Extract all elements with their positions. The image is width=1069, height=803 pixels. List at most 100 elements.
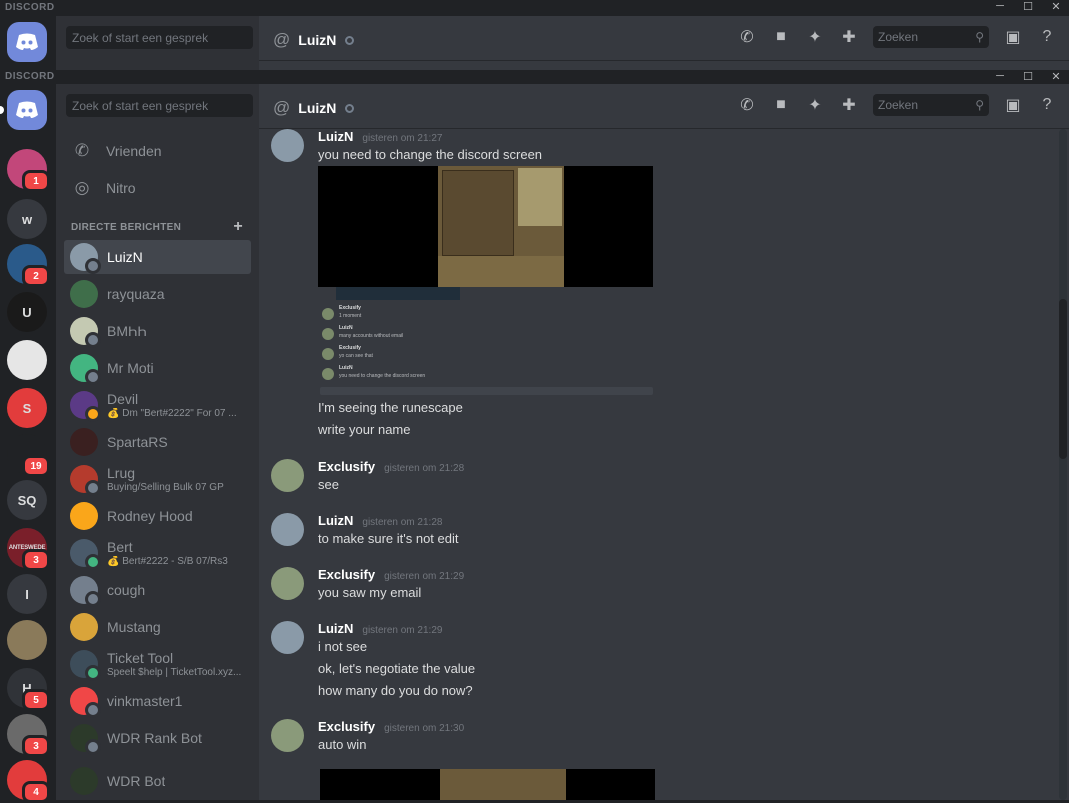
home-button[interactable] (0, 90, 47, 130)
add-dm-button[interactable]: + (233, 218, 243, 236)
dm-item[interactable]: Mustang (64, 610, 251, 644)
dm-name: LuizN (107, 249, 143, 265)
dm-item[interactable]: LuizN (64, 240, 251, 274)
dm-item[interactable]: WDR Rank Bot (64, 721, 251, 755)
nav-friends[interactable]: ✆ Vrienden (64, 135, 251, 167)
call-icon[interactable]: ✆ (737, 27, 757, 47)
search-input[interactable]: Zoek of start een gesprek (66, 26, 253, 49)
pin-icon[interactable]: ✦ (805, 95, 825, 115)
dm-item[interactable]: BMҺҺ (64, 314, 251, 348)
message-author[interactable]: Exclusify (318, 719, 375, 734)
preview-row: Exclusify yo can see that (320, 345, 650, 365)
guild-icon[interactable]: U (7, 292, 47, 332)
inbox-icon[interactable]: ▣ (1003, 95, 1023, 115)
minimize-icon[interactable]: ─ (993, 0, 1007, 13)
preview-name: Exclusify (339, 305, 361, 311)
dm-item[interactable]: rayquaza (64, 277, 251, 311)
guild-icon[interactable]: 4 (7, 760, 50, 803)
guild-icon[interactable]: 19 (7, 434, 50, 477)
search-input[interactable]: Zoek of start een gesprek (66, 94, 253, 117)
dm-sidebar-back: Zoek of start een gesprek (56, 16, 259, 70)
guild-icon[interactable]: SQ (7, 480, 47, 520)
message-avatar[interactable] (271, 567, 304, 600)
guild-icon[interactable]: H5 (7, 668, 50, 711)
guild-icon[interactable]: 2 (7, 244, 50, 287)
preview-name: LuizN (339, 325, 353, 331)
message-header: Exclusify gisteren om 21:28 (318, 459, 464, 474)
message-text: you need to change the discord screen (318, 147, 543, 162)
close-icon[interactable]: ✕ (1049, 0, 1063, 13)
message-avatar[interactable] (271, 719, 304, 752)
channel-name: LuizN (298, 32, 337, 48)
maximize-icon[interactable]: ☐ (1021, 70, 1035, 83)
image-attachment[interactable]: Exclusify 1 moment LuizN many accounts with… (318, 166, 653, 396)
scrollbar[interactable] (1059, 129, 1067, 800)
guild-icon[interactable]: 1 (7, 149, 50, 192)
avatar (70, 354, 101, 385)
help-icon[interactable]: ? (1037, 28, 1057, 46)
guild-initials: S (22, 400, 32, 416)
message-text: you saw my email (318, 585, 422, 600)
guild-icon[interactable] (7, 620, 47, 660)
dm-item[interactable]: Bert 💰 Bert#2222 - S/B 07/Rs3 (64, 536, 251, 570)
preview-row: LuizN many accounts without email (320, 325, 650, 345)
inbox-icon[interactable]: ▣ (1003, 27, 1023, 47)
message-header: Exclusify gisteren om 21:29 (318, 567, 464, 582)
maximize-icon[interactable]: ☐ (1021, 0, 1035, 13)
chat-search-input[interactable]: Zoeken ⚲ (873, 94, 989, 116)
home-button[interactable] (7, 22, 47, 62)
guild-icon[interactable]: I (7, 574, 47, 614)
dm-item[interactable]: cough (64, 573, 251, 607)
help-icon[interactable]: ? (1037, 96, 1057, 114)
dm-item[interactable]: Mr Moti (64, 351, 251, 385)
guild-icon[interactable]: S (7, 388, 47, 428)
dm-name: Mr Moti (107, 360, 154, 376)
message-avatar[interactable] (271, 621, 304, 654)
video-icon[interactable]: ■ (771, 96, 791, 114)
guild-icon[interactable]: ANTESWEDE 3 (7, 528, 50, 571)
dm-item[interactable]: SpartaRS (64, 425, 251, 459)
message-text: i not see (318, 639, 368, 654)
dm-item[interactable]: Ticket Tool Speelt $help | TicketTool.xyz… (64, 647, 251, 681)
dm-item[interactable]: Rodney Hood (64, 499, 251, 533)
message-timestamp: gisteren om 21:29 (384, 571, 465, 582)
message-avatar[interactable] (271, 459, 304, 492)
add-member-icon[interactable]: ✚ (839, 95, 859, 115)
chat-search-placeholder: Zoeken (878, 98, 919, 112)
dm-item[interactable]: Devil 💰 Dm "Bert#2222" For 07 ... (64, 388, 251, 422)
message-author[interactable]: Exclusify (318, 459, 375, 474)
add-member-icon[interactable]: ✚ (839, 27, 859, 47)
message-text: ok, let's negotiate the value (318, 661, 476, 676)
embedded-chat-preview: Exclusify 1 moment LuizN many accounts with… (318, 287, 653, 396)
message-author[interactable]: LuizN (318, 621, 353, 636)
message-list[interactable]: LuizN gisteren om 21:27 you need to change… (259, 129, 1057, 800)
pin-icon[interactable]: ✦ (805, 27, 825, 47)
video-icon[interactable]: ■ (771, 28, 791, 46)
guild-icon[interactable]: w (7, 199, 47, 239)
message-header: LuizN gisteren om 21:28 (318, 513, 442, 528)
screenshot-top (318, 166, 653, 287)
dm-item[interactable]: WDR Bot (64, 764, 251, 798)
message-author[interactable]: LuizN (318, 513, 353, 528)
message-timestamp: gisteren om 21:28 (384, 463, 465, 474)
message-author[interactable]: LuizN (318, 129, 353, 144)
scrollbar-thumb[interactable] (1059, 299, 1067, 459)
guild-icon[interactable]: 3 (7, 714, 50, 757)
chat-search-input[interactable]: Zoeken ⚲ (873, 26, 989, 48)
dm-item[interactable]: vinkmaster1 (64, 684, 251, 718)
dm-item[interactable]: Lrug Buying/Selling Bulk 07 GP (64, 462, 251, 496)
nav-nitro-label: Nitro (106, 180, 136, 196)
minimize-icon[interactable]: ─ (993, 70, 1007, 83)
avatar (70, 539, 101, 570)
guild-icon[interactable] (7, 340, 47, 380)
mention-badge: 3 (22, 735, 50, 757)
message-avatar[interactable] (271, 129, 304, 162)
message-author[interactable]: Exclusify (318, 567, 375, 582)
close-icon[interactable]: ✕ (1049, 70, 1063, 83)
dm-name: Lrug (107, 465, 136, 481)
nav-nitro[interactable]: ◎ Nitro (64, 172, 251, 204)
message-header: Exclusify gisteren om 21:30 (318, 719, 464, 734)
message-avatar[interactable] (271, 513, 304, 546)
call-icon[interactable]: ✆ (737, 95, 757, 115)
status-dot (85, 591, 101, 607)
